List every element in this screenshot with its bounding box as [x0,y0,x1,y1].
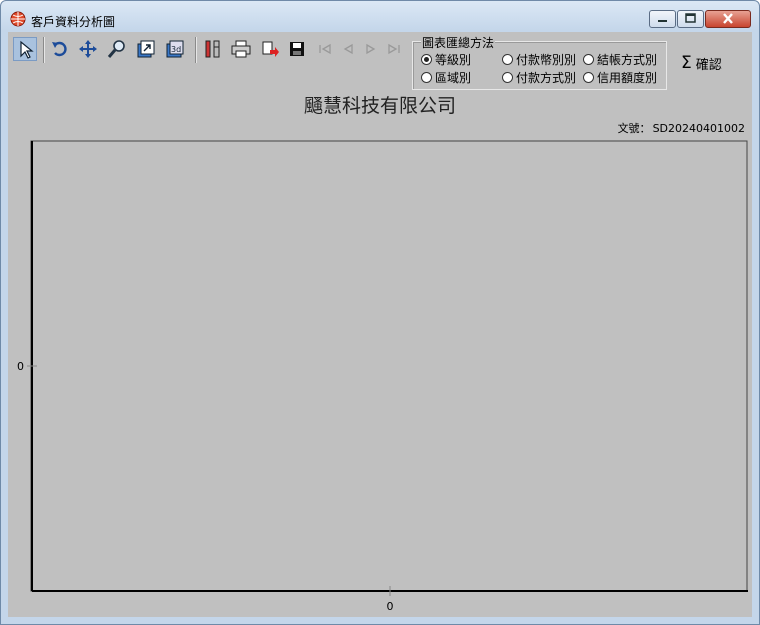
first-button[interactable] [313,37,337,61]
app-globe-icon [10,11,26,27]
radio-credit-limit[interactable]: 信用額度別 [583,69,657,86]
first-icon [319,43,331,55]
close-button[interactable] [705,10,751,28]
doc-value: SD20240401002 [652,122,745,135]
radio-payment-currency[interactable]: 付款幣別別 [502,51,576,68]
3d-button[interactable]: 3d [163,37,187,61]
chart-area: 0 0 [17,140,748,610]
sigma-icon: Σ [681,53,692,73]
next-button[interactable] [359,37,383,61]
copy-icon [262,41,279,57]
radio-grade[interactable]: 等級別 [421,51,471,68]
maximize-button[interactable] [677,10,704,28]
rotate-icon [52,41,67,57]
radio-settlement-method[interactable]: 結帳方式別 [583,51,657,68]
radio-indicator[interactable] [421,72,432,83]
doc-label: 文號： [617,122,651,135]
radio-label: 信用額度別 [597,71,658,85]
title-bar[interactable]: 客戶資料分析圖 [1,1,759,31]
radio-label: 區域別 [435,71,472,85]
x-tick-label: 0 [387,600,394,610]
export-icon [137,40,155,58]
save-icon [290,42,304,56]
radio-indicator[interactable] [421,54,432,65]
radio-indicator[interactable] [502,72,513,83]
print-icon [231,40,251,58]
radio-label: 結帳方式別 [597,53,658,67]
company-title: 颾慧科技有限公司 [303,95,456,117]
prev-button[interactable] [336,37,360,61]
rotate-button[interactable] [48,37,72,61]
radio-indicator[interactable] [583,54,594,65]
export-button[interactable] [134,37,158,61]
next-icon [366,43,376,55]
client-area: 3d 圖表匯總方法 等級別 付款幣別別 結帳方式別 區域別 付款方式別 信用額度… [8,32,752,617]
pointer-icon [20,40,34,59]
confirm-button[interactable]: Σ 確認 [681,53,722,73]
radio-label: 付款幣別別 [516,53,577,67]
zoom-button[interactable] [105,37,129,61]
3d-icon: 3d [166,40,184,58]
group-title: 圖表匯總方法 [421,34,496,51]
minimize-icon [658,20,667,22]
minimize-button[interactable] [649,10,676,28]
radio-region[interactable]: 區域別 [421,69,471,86]
y-tick-label: 0 [17,360,24,373]
prev-icon [343,43,353,55]
tools-icon [205,40,220,58]
radio-label: 等級別 [435,53,472,67]
maximize-icon [685,13,696,23]
save-button[interactable] [285,37,309,61]
move-icon [79,40,97,58]
summary-method-group: 圖表匯總方法 等級別 付款幣別別 結帳方式別 區域別 付款方式別 信用額度別 [412,34,667,90]
last-icon [388,43,400,55]
radio-payment-method[interactable]: 付款方式別 [502,69,576,86]
radio-indicator[interactable] [583,72,594,83]
svg-text:3d: 3d [171,45,181,54]
zoom-icon [107,40,125,58]
radio-label: 付款方式別 [516,71,577,85]
document-number: 文號： SD20240401002 [618,120,745,136]
copy-button[interactable] [258,37,282,61]
last-button[interactable] [382,37,406,61]
print-button[interactable] [229,37,253,61]
window-title: 客戶資料分析圖 [31,15,116,29]
toolbar: 3d [8,32,408,66]
close-icon [723,13,733,24]
tools-button[interactable] [201,37,225,61]
radio-indicator[interactable] [502,54,513,65]
confirm-label: 確認 [695,57,722,73]
app-window: 客戶資料分析圖 3d 圖表匯總方法 等級別 付款幣別別 結帳方式別 區域別 付款… [0,0,760,625]
pointer-button[interactable] [13,37,37,61]
move-button[interactable] [76,37,100,61]
